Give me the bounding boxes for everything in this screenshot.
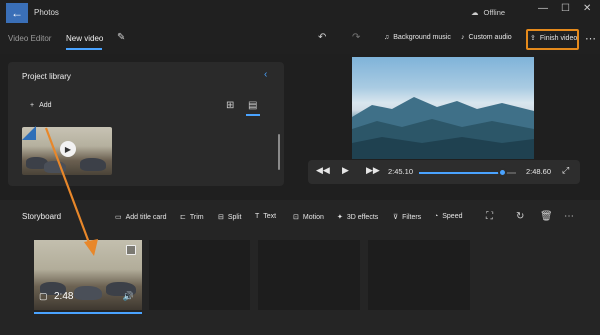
- drag-annotation-arrow: [44, 127, 98, 256]
